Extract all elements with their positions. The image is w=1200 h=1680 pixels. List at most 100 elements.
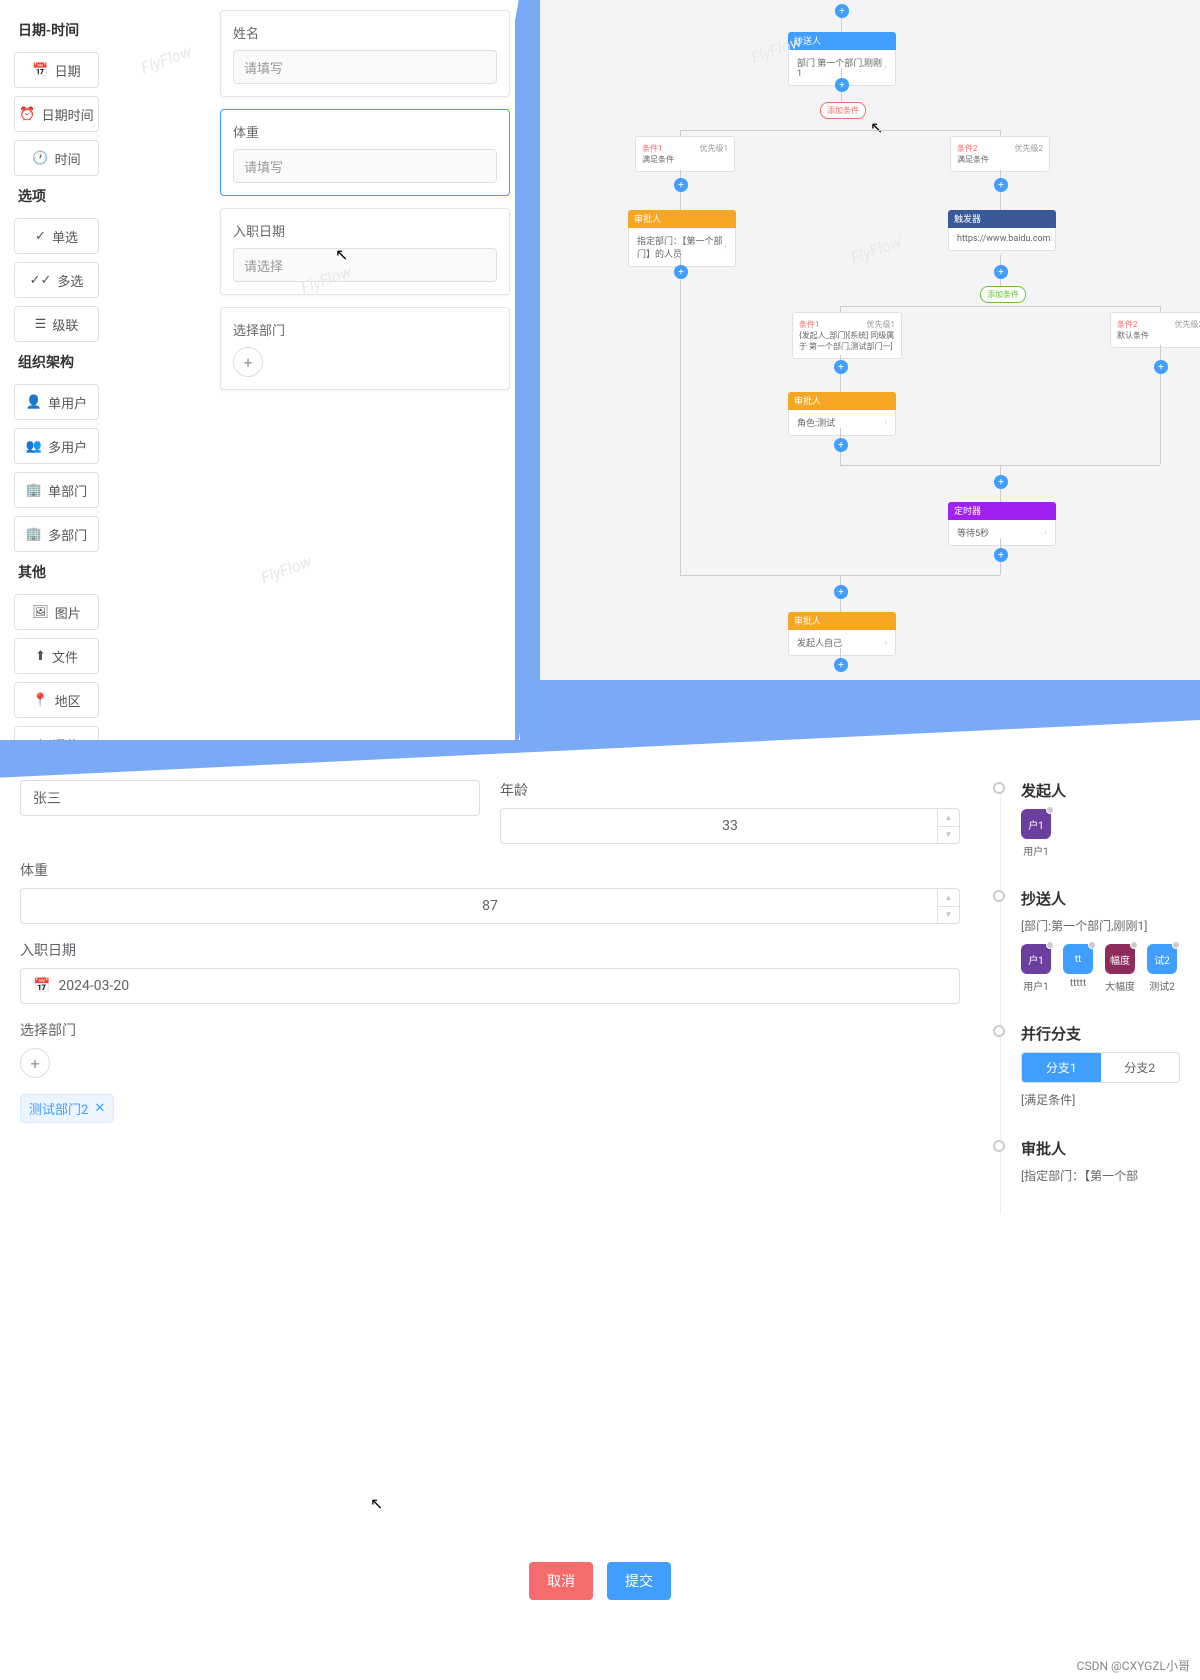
approver-sub: [指定部门：【第一个部	[1021, 1167, 1180, 1184]
approver-node-2[interactable]: 审批人 角色:测试›	[788, 392, 896, 436]
trigger-node[interactable]: 触发器 https://www.baidu.com›	[948, 210, 1056, 251]
timer-node[interactable]: 定时器 等待5秒›	[948, 502, 1056, 546]
field-hiredate-input[interactable]: 请选择	[233, 248, 497, 282]
field-weight[interactable]: 体重 请填写	[220, 109, 510, 196]
comp-image[interactable]: 🖼图片	[14, 594, 99, 630]
avatar[interactable]: 幅度大幅度	[1105, 944, 1135, 993]
add-node-button[interactable]: +	[674, 265, 688, 279]
step-dot-icon	[993, 890, 1005, 902]
footer-credit: CSDN @CXYGZL小哥	[1077, 1657, 1190, 1674]
add-condition-pill[interactable]: 添加条件	[820, 102, 866, 119]
section-option-title: 选项	[18, 186, 195, 206]
hiredate-label: 入职日期	[20, 940, 960, 960]
user-icon: 👤	[26, 395, 42, 410]
comp-cascade[interactable]: ☰级联	[14, 306, 99, 342]
comp-file[interactable]: ⬆文件	[14, 638, 99, 674]
step-dot-icon	[993, 782, 1005, 794]
add-node-button[interactable]: +	[834, 360, 848, 374]
section-other-title: 其他	[18, 562, 195, 582]
close-icon[interactable]: ✕	[94, 1101, 105, 1116]
multi-check-icon: ✓✓	[30, 273, 52, 288]
approver-node-3[interactable]: 审批人 发起人自己›	[788, 612, 896, 656]
chevron-down-icon: ▼	[938, 827, 959, 844]
comp-multi-user[interactable]: 👥多用户	[14, 428, 99, 464]
dept-tag[interactable]: 测试部门2 ✕	[20, 1094, 114, 1123]
condition-box-3[interactable]: 条件1优先级1 {发起人_部门}[系统] 同级属于 第一个部门,测试部门一]	[792, 312, 902, 359]
avatar[interactable]: ttttttt	[1063, 944, 1093, 993]
dept-label: 选择部门	[20, 1020, 960, 1040]
cursor-icon: ↖	[870, 118, 883, 137]
avatar[interactable]: 户1用户1	[1021, 944, 1051, 993]
comp-datetime[interactable]: ⏰日期时间	[14, 96, 99, 132]
comp-single-dept[interactable]: 🏢单部门	[14, 472, 99, 508]
comp-region[interactable]: 📍地区	[14, 682, 99, 718]
add-node-button[interactable]: +	[994, 178, 1008, 192]
upload-icon: ⬆	[35, 649, 46, 664]
add-node-button[interactable]: +	[834, 438, 848, 452]
cancel-button[interactable]: 取消	[529, 1562, 593, 1600]
avatar[interactable]: 户1 用户1	[1021, 809, 1051, 858]
parallel-cond: [满足条件]	[1021, 1091, 1180, 1108]
calendar-icon: 📅	[32, 63, 48, 78]
approver-title: 审批人	[1021, 1138, 1180, 1159]
chevron-up-icon: ▲	[938, 889, 959, 907]
hiredate-input[interactable]: 📅 2024-03-20	[20, 968, 960, 1004]
weight-label: 体重	[20, 860, 960, 880]
add-node-button[interactable]: +	[834, 585, 848, 599]
comp-single-user[interactable]: 👤单用户	[14, 384, 99, 420]
chevron-up-icon: ▲	[938, 809, 959, 827]
add-node-button[interactable]: +	[994, 265, 1008, 279]
comp-checkbox[interactable]: ✓✓多选	[14, 262, 99, 298]
add-node-button[interactable]: +	[834, 658, 848, 672]
users-icon: 👥	[26, 439, 42, 454]
tab-branch2[interactable]: 分支2	[1101, 1053, 1180, 1082]
field-name-input[interactable]: 请填写	[233, 50, 497, 84]
add-node-button[interactable]: +	[994, 475, 1008, 489]
flowchart-panel: + 抄送人 部门 第一个部门,刚刚1› + 添加条件 ↖ 条件1优先级1 满足条…	[540, 0, 1200, 680]
field-hiredate[interactable]: 入职日期 请选择	[220, 208, 510, 295]
submit-button[interactable]: 提交	[607, 1562, 671, 1600]
condition-box-4[interactable]: 条件2优先级2 默认条件	[1110, 312, 1200, 348]
age-stepper[interactable]: ▲▼	[937, 809, 959, 843]
clock-icon: 🕐	[32, 151, 48, 166]
condition-box-1[interactable]: 条件1优先级1 满足条件	[635, 136, 735, 172]
cursor-icon: ↖	[370, 1494, 383, 1513]
add-node-button[interactable]: +	[674, 178, 688, 192]
add-node-button[interactable]: +	[835, 78, 849, 92]
initiator-title: 发起人	[1021, 780, 1180, 801]
cc-sub: [部门:第一个部门,刚刚1]	[1021, 917, 1180, 934]
add-dept-button[interactable]: +	[20, 1048, 50, 1078]
field-weight-input[interactable]: 请填写	[233, 149, 497, 183]
chevron-down-icon: ▼	[938, 907, 959, 924]
form-builder-panel: 日期-时间 📅日期 ⏰日期时间 🕐时间 选项 ✓单选 ✓✓多选 ☰级联 组织架构…	[0, 0, 520, 740]
field-dept[interactable]: 选择部门 +	[220, 307, 510, 390]
weight-stepper[interactable]: ▲▼	[937, 889, 959, 923]
cascade-icon: ☰	[35, 317, 47, 332]
weight-input[interactable]: 87 ▲▼	[20, 888, 960, 924]
age-input[interactable]: 33 ▲▼	[500, 808, 960, 844]
name-input[interactable]: 张三	[20, 780, 480, 816]
add-dept-button[interactable]: +	[233, 347, 263, 377]
add-node-button[interactable]: +	[1154, 360, 1168, 374]
add-condition-pill[interactable]: 添加条件	[980, 286, 1026, 303]
depts-icon: 🏢	[26, 527, 42, 542]
field-dept-label: 选择部门	[233, 320, 497, 339]
comp-multi-dept[interactable]: 🏢多部门	[14, 516, 99, 552]
approver-node-1[interactable]: 审批人 指定部门：【第一个部门】的人员›	[628, 210, 736, 267]
field-hiredate-label: 入职日期	[233, 221, 497, 240]
image-icon: 🖼	[32, 605, 49, 620]
branch-tabs[interactable]: 分支1 分支2	[1021, 1052, 1180, 1083]
condition-box-2[interactable]: 条件2优先级2 满足条件	[950, 136, 1050, 172]
tab-branch1[interactable]: 分支1	[1022, 1053, 1101, 1082]
location-icon: 📍	[32, 693, 48, 708]
add-node-button[interactable]: +	[835, 4, 849, 18]
comp-time[interactable]: 🕐时间	[14, 140, 99, 176]
clock-icon: ⏰	[19, 107, 35, 122]
parallel-title: 并行分支	[1021, 1023, 1180, 1044]
comp-date[interactable]: 📅日期	[14, 52, 99, 88]
field-name[interactable]: 姓名 请填写	[220, 10, 510, 97]
comp-rating[interactable]: ★评分	[14, 726, 99, 762]
comp-radio[interactable]: ✓单选	[14, 218, 99, 254]
avatar[interactable]: 试2测试2	[1147, 944, 1177, 993]
add-node-button[interactable]: +	[994, 548, 1008, 562]
